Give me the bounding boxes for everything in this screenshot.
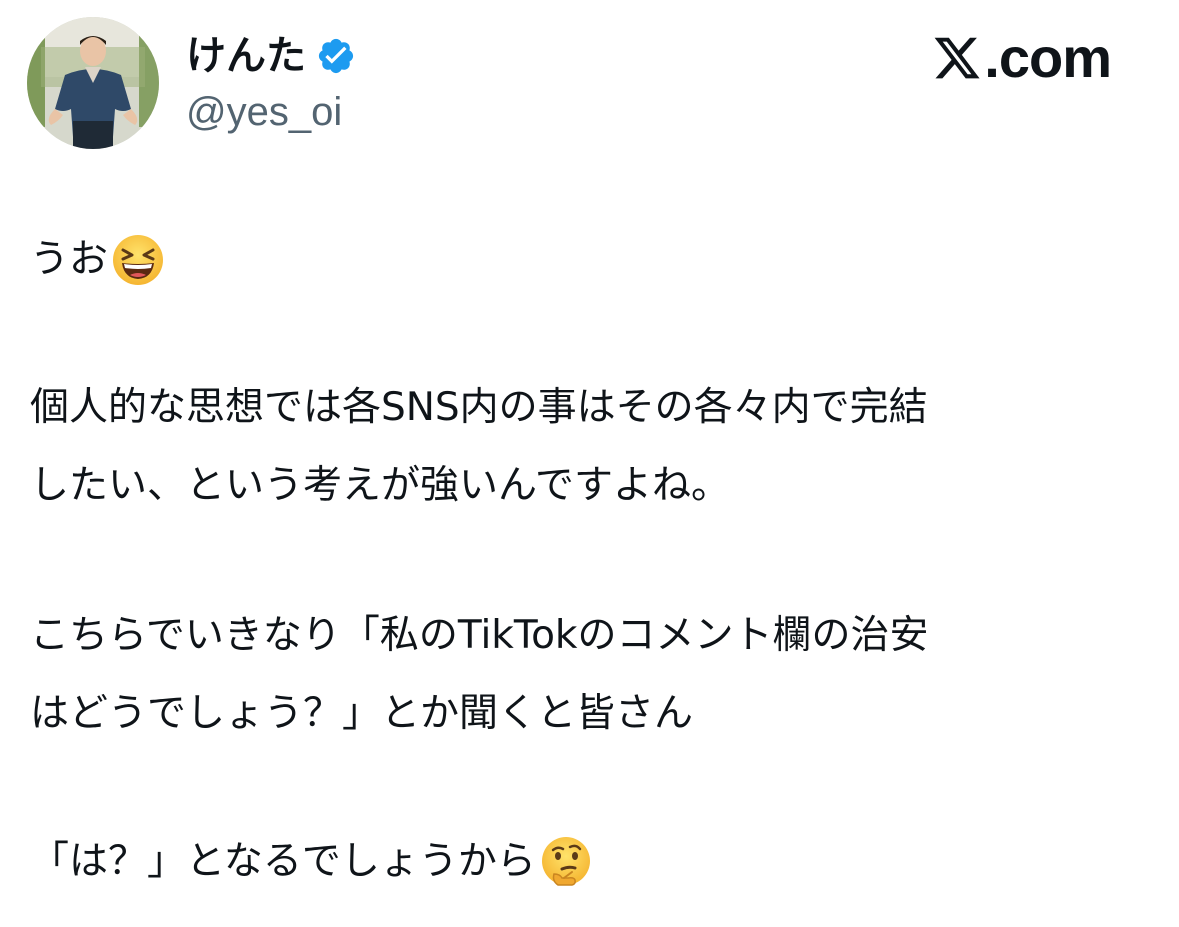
thinking-face-emoji	[538, 834, 594, 890]
tweet-text: 個人的な思想では各SNS内の事はその各々内で完結	[30, 385, 928, 430]
x-logo-icon	[932, 33, 982, 83]
tweet-text: うお	[30, 237, 109, 282]
user-handle[interactable]: @yes_oi	[186, 88, 342, 136]
tweet-text: こちらでいきなり「私のTikTokのコメント欄の治安	[30, 613, 929, 658]
tweet-text: したい、という考えが強いんですよね。	[30, 463, 731, 508]
brand-logo: .com	[932, 26, 1112, 89]
author-name-row[interactable]: けんた	[186, 28, 356, 84]
display-name[interactable]: けんた	[186, 28, 306, 84]
tweet-line-5: はどうでしょう？」とか聞くと皆さん	[30, 686, 693, 742]
tweet-text: 「は？」となるでしょうから	[30, 839, 536, 884]
brand-text: .com	[984, 26, 1112, 89]
verified-badge-icon	[316, 36, 356, 76]
tweet-line-4: こちらでいきなり「私のTikTokのコメント欄の治安	[30, 608, 929, 664]
grinning-squinting-face-emoji	[110, 232, 166, 288]
tweet-line-1: うお	[30, 232, 166, 288]
tweet-line-3: したい、という考えが強いんですよね。	[30, 458, 730, 514]
tweet-line-2: 個人的な思想では各SNS内の事はその各々内で完結	[30, 380, 928, 436]
avatar[interactable]	[27, 17, 159, 149]
tweet-line-6: 「は？」となるでしょうから	[30, 834, 594, 890]
tweet-text: はどうでしょう？」とか聞くと皆さん	[30, 691, 694, 736]
